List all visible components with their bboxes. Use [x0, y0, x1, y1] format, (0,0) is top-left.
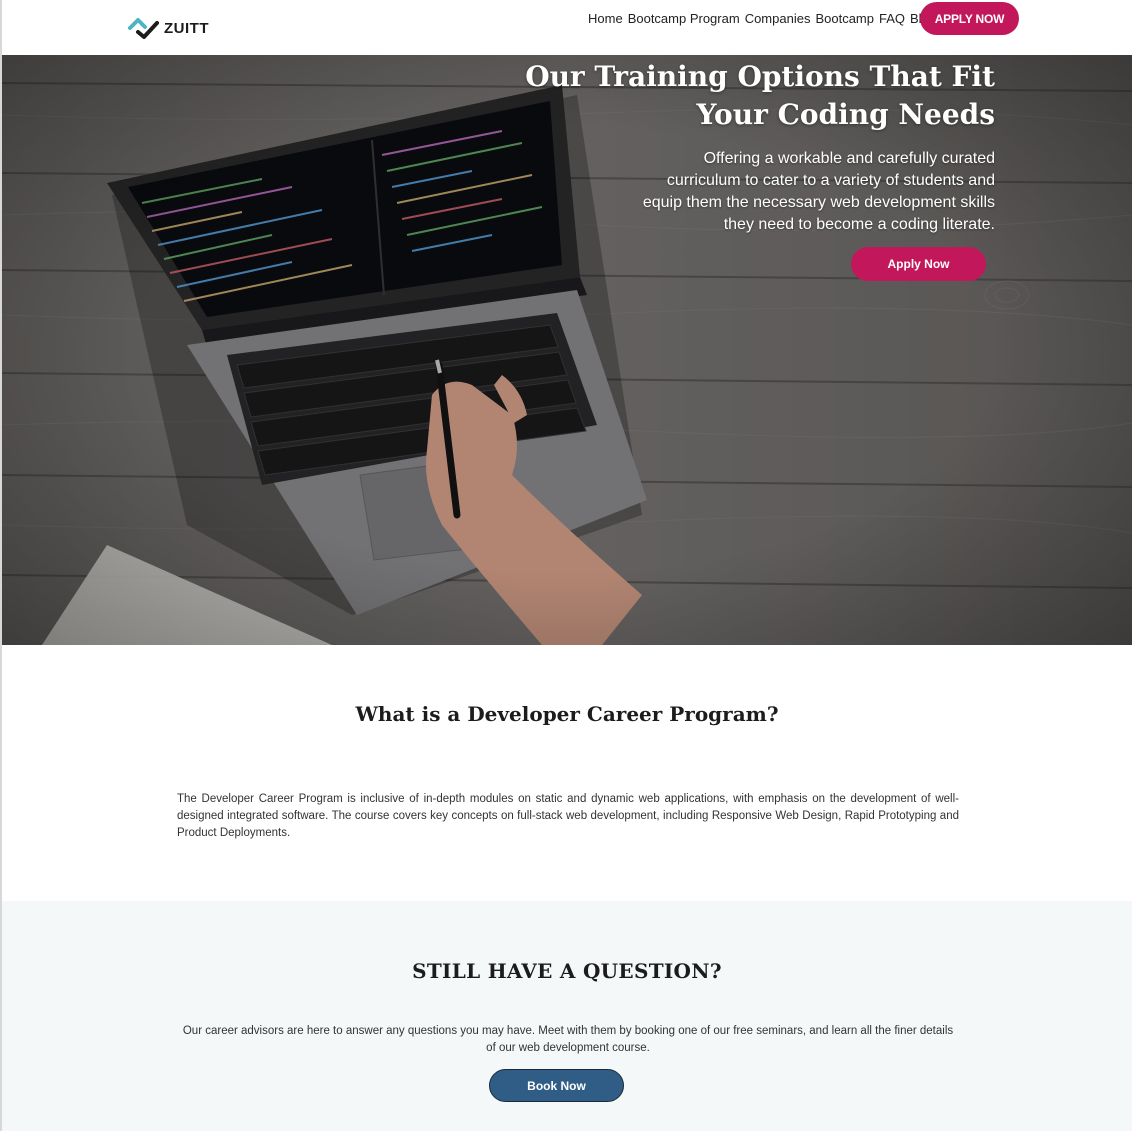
- apply-now-hero-button[interactable]: Apply Now: [851, 247, 986, 281]
- navbar: ZUITT Home Bootcamp Program Companies Bo…: [2, 0, 1132, 55]
- about-body: The Developer Career Program is inclusiv…: [177, 793, 959, 839]
- hero-section: Our Training Options That Fit Your Codin…: [2, 55, 1132, 645]
- nav-link-home[interactable]: Home: [588, 11, 623, 26]
- question-body: Our career advisors are here to answer a…: [182, 1025, 954, 1054]
- hero-title-line-2: Your Coding Needs: [696, 98, 995, 131]
- hero-title-line-1: Our Training Options That Fit: [525, 60, 995, 93]
- hero-background-image: [2, 55, 1132, 645]
- nav-links: Home Bootcamp Program Companies Bootcamp…: [588, 11, 936, 26]
- page: ZUITT Home Bootcamp Program Companies Bo…: [0, 0, 1132, 1131]
- zuitt-logo-icon: [128, 18, 159, 39]
- question-section: STILL HAVE A QUESTION? Our career adviso…: [2, 901, 1132, 1131]
- hero-subtitle: Offering a workable and carefully curate…: [642, 150, 995, 233]
- book-now-button[interactable]: Book Now: [489, 1069, 624, 1102]
- logo-text: ZUITT: [164, 19, 209, 37]
- question-title: STILL HAVE A QUESTION?: [412, 959, 722, 983]
- nav-link-bootcamp-program[interactable]: Bootcamp Program: [628, 11, 740, 26]
- apply-now-nav-button[interactable]: APPLY NOW: [920, 2, 1019, 35]
- hero-title: Our Training Options That Fit Your Codin…: [475, 58, 995, 134]
- nav-link-companies[interactable]: Companies: [745, 11, 811, 26]
- nav-link-faq[interactable]: FAQ: [879, 11, 905, 26]
- nav-link-bootcamp[interactable]: Bootcamp: [815, 11, 874, 26]
- logo[interactable]: ZUITT: [128, 14, 209, 40]
- about-title: What is a Developer Career Program?: [355, 702, 779, 726]
